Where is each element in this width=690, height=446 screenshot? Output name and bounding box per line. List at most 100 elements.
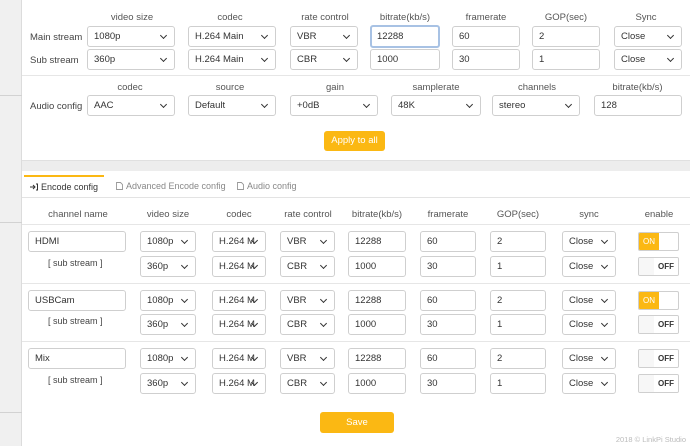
mix-main-bitrate[interactable]: 12288 [348, 348, 406, 369]
sub-framerate-input[interactable]: 30 [452, 49, 520, 70]
main-sync-select[interactable]: Close [614, 26, 682, 47]
mix-main-codec[interactable]: H.264 M [212, 348, 266, 369]
usbcam-sub-enable-toggle[interactable]: OFF [638, 315, 679, 334]
hdmi-main-rate-control[interactable]: VBR [280, 231, 335, 252]
tab-encode-config[interactable]: Encode config [24, 175, 105, 197]
hdmi-main-framerate[interactable]: 60 [420, 231, 476, 252]
sub-bitrate-input[interactable]: 1000 [370, 49, 440, 70]
save-button[interactable]: Save [320, 412, 394, 433]
tab-audio-config[interactable]: Audio config [237, 175, 297, 197]
tab-label: Encode config [41, 182, 99, 192]
left-sidebar [0, 0, 22, 446]
hdmi-sub-enable-toggle[interactable]: OFF [638, 257, 679, 276]
mix-sub-framerate[interactable]: 30 [420, 373, 476, 394]
mix-sub-gop[interactable]: 1 [490, 373, 546, 394]
hdmi-sub-gop[interactable]: 1 [490, 256, 546, 277]
toggle-state: ON [639, 292, 659, 309]
audio-header-samplerate: samplerate [412, 82, 460, 93]
mix-main-gop[interactable]: 2 [490, 348, 546, 369]
audio-bitrate-input[interactable]: 128 [594, 95, 682, 116]
usbcam-main-enable-toggle[interactable]: ON [638, 291, 679, 310]
toggle-state: OFF [654, 350, 678, 367]
header-codec: codec [217, 12, 243, 23]
mix-main-enable-toggle[interactable]: OFF [638, 349, 679, 368]
mix-sub-bitrate[interactable]: 1000 [348, 373, 406, 394]
col-channel-name: channel name [48, 209, 108, 220]
hdmi-sub-framerate[interactable]: 30 [420, 256, 476, 277]
mix-sub-rate-control[interactable]: CBR [280, 373, 335, 394]
channel-name-input-hdmi[interactable]: HDMI [28, 231, 126, 252]
col-video-size: video size [146, 209, 190, 220]
usbcam-sub-framerate[interactable]: 30 [420, 314, 476, 335]
sub-stream-label: [ sub stream ] [48, 375, 103, 385]
col-sync: sync [579, 209, 599, 220]
usbcam-main-codec[interactable]: H.264 M [212, 290, 266, 311]
hdmi-main-bitrate[interactable]: 12288 [348, 231, 406, 252]
sub-rate-control-select[interactable]: CBR [290, 49, 358, 70]
header-sync: Sync [635, 12, 657, 23]
hdmi-sub-sync[interactable]: Close [562, 256, 616, 277]
hdmi-main-gop[interactable]: 2 [490, 231, 546, 252]
mix-main-video-size[interactable]: 1080p [140, 348, 196, 369]
usbcam-main-bitrate[interactable]: 12288 [348, 290, 406, 311]
hdmi-main-codec[interactable]: H.264 M [212, 231, 266, 252]
main-gop-input[interactable]: 2 [532, 26, 600, 47]
mix-main-sync[interactable]: Close [562, 348, 616, 369]
channel-name-input-usbcam[interactable]: USBCam [28, 290, 126, 311]
audio-gain-select[interactable]: +0dB [290, 95, 378, 116]
usbcam-sub-bitrate[interactable]: 1000 [348, 314, 406, 335]
usbcam-main-rate-control[interactable]: VBR [280, 290, 335, 311]
usbcam-sub-sync[interactable]: Close [562, 314, 616, 335]
hdmi-main-video-size[interactable]: 1080p [140, 231, 196, 252]
hdmi-sub-rate-control[interactable]: CBR [280, 256, 335, 277]
sub-gop-input[interactable]: 1 [532, 49, 600, 70]
usbcam-sub-rate-control[interactable]: CBR [280, 314, 335, 335]
main-bitrate-input[interactable]: 12288 [370, 25, 440, 48]
usbcam-sub-gop[interactable]: 1 [490, 314, 546, 335]
audio-header-source: source [215, 82, 245, 93]
usbcam-main-video-size[interactable]: 1080p [140, 290, 196, 311]
audio-header-bitrate: bitrate(kb/s) [612, 82, 663, 93]
tab-advanced-encode-config[interactable]: Advanced Encode config [116, 175, 226, 197]
usbcam-sub-video-size[interactable]: 360p [140, 314, 196, 335]
audio-codec-select[interactable]: AAC [87, 95, 175, 116]
mix-main-framerate[interactable]: 60 [420, 348, 476, 369]
sub-codec-select[interactable]: H.264 Main [188, 49, 276, 70]
mix-sub-sync[interactable]: Close [562, 373, 616, 394]
main-codec-select[interactable]: H.264 Main [188, 26, 276, 47]
hdmi-main-enable-toggle[interactable]: ON [638, 232, 679, 251]
apply-to-all-button[interactable]: Apply to all [324, 131, 385, 151]
main-video-size-select[interactable]: 1080p [87, 26, 175, 47]
sub-sync-select[interactable]: Close [614, 49, 682, 70]
usbcam-main-gop[interactable]: 2 [490, 290, 546, 311]
tabs-underline [22, 197, 690, 198]
main-rate-control-select[interactable]: VBR [290, 26, 358, 47]
audio-samplerate-select[interactable]: 48K [391, 95, 481, 116]
usbcam-main-sync[interactable]: Close [562, 290, 616, 311]
tab-label: Audio config [247, 181, 297, 191]
sub-stream-label: [ sub stream ] [48, 258, 103, 268]
header-rate-control: rate control [301, 12, 349, 23]
col-bitrate: bitrate(kb/s) [351, 209, 403, 220]
hdmi-main-sync[interactable]: Close [562, 231, 616, 252]
channel-name-input-mix[interactable]: Mix [28, 348, 126, 369]
audio-source-select[interactable]: Default [188, 95, 276, 116]
mix-main-rate-control[interactable]: VBR [280, 348, 335, 369]
usbcam-sub-codec[interactable]: H.264 M [212, 314, 266, 335]
main-framerate-input[interactable]: 60 [452, 26, 520, 47]
login-arrow-icon [30, 178, 38, 191]
mix-sub-enable-toggle[interactable]: OFF [638, 374, 679, 393]
audio-config-label: Audio config [30, 101, 83, 112]
mix-sub-video-size[interactable]: 360p [140, 373, 196, 394]
section-divider [22, 75, 690, 76]
hdmi-sub-codec[interactable]: H.264 M [212, 256, 266, 277]
row-divider [22, 283, 690, 284]
hdmi-sub-bitrate[interactable]: 1000 [348, 256, 406, 277]
hdmi-sub-video-size[interactable]: 360p [140, 256, 196, 277]
audio-channels-select[interactable]: stereo [492, 95, 580, 116]
mix-sub-codec[interactable]: H.264 M [212, 373, 266, 394]
sub-stream-label: [ sub stream ] [48, 316, 103, 326]
usbcam-main-framerate[interactable]: 60 [420, 290, 476, 311]
document-icon [237, 176, 244, 198]
sub-video-size-select[interactable]: 360p [87, 49, 175, 70]
